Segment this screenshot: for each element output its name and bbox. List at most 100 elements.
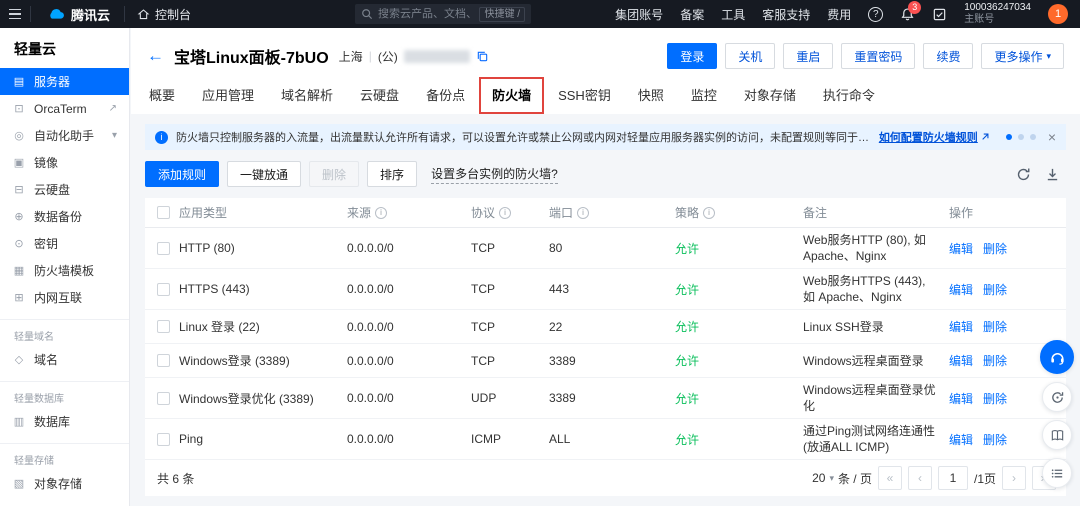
search-icon [362, 9, 373, 20]
delete-button[interactable]: 删除 [309, 161, 360, 187]
sidebar-section-domain: 轻量域名 [0, 319, 129, 346]
edit-link[interactable]: 编辑 [949, 431, 973, 448]
more-actions-button[interactable]: 更多操作 ▾ [981, 43, 1064, 69]
sort-button[interactable]: 排序 [367, 161, 418, 187]
tab-firewall[interactable]: 防火墙 [479, 76, 545, 114]
console-link[interactable]: 控制台 [125, 6, 203, 23]
help-icon[interactable]: ? [868, 6, 884, 22]
cell-port: 80 [549, 241, 563, 255]
row-checkbox[interactable] [157, 320, 170, 333]
sidebar-item-key[interactable]: ⊙ 密钥 [0, 230, 129, 257]
hamburger-menu-icon[interactable] [0, 0, 30, 28]
info-icon[interactable]: i [499, 206, 512, 219]
refresh-icon[interactable] [1016, 167, 1031, 182]
delete-link[interactable]: 删除 [983, 240, 1007, 257]
tab-backup-point[interactable]: 备份点 [426, 85, 465, 104]
guide-button[interactable] [1042, 458, 1072, 488]
tab-object-storage[interactable]: 对象存储 [744, 85, 796, 104]
menu-tools[interactable]: 工具 [721, 6, 745, 23]
cell-protocol: UDP [471, 391, 497, 405]
prev-page-button[interactable]: ‹ [907, 466, 932, 490]
sidebar-item-private-network[interactable]: ⊞ 内网互联 [0, 284, 129, 311]
tab-monitor[interactable]: 监控 [691, 85, 717, 104]
add-rule-button[interactable]: 添加规则 [145, 161, 220, 187]
cell-port: 3389 [549, 353, 576, 368]
support-chat-button[interactable] [1040, 340, 1074, 374]
feedback-button[interactable] [1042, 382, 1072, 412]
delete-link[interactable]: 删除 [983, 281, 1007, 298]
sidebar-item-object-storage[interactable]: ▧ 对象存储 [0, 470, 129, 497]
carousel-dot[interactable] [1029, 134, 1036, 140]
next-page-button[interactable]: › [1002, 466, 1026, 490]
notification-bell[interactable]: 3 [900, 0, 922, 22]
docs-button[interactable] [1042, 420, 1072, 450]
tab-domain-resolution[interactable]: 域名解析 [281, 85, 333, 104]
menu-billing[interactable]: 费用 [827, 6, 851, 23]
multi-instance-firewall-link[interactable]: 设置多台实例的防火墙? [431, 165, 558, 184]
global-search[interactable]: 快捷键 / [355, 4, 532, 24]
delete-link[interactable]: 删除 [983, 352, 1007, 369]
tab-ssh-key[interactable]: SSH密钥 [558, 85, 611, 104]
edit-link[interactable]: 编辑 [949, 318, 973, 335]
info-icon[interactable]: i [703, 206, 716, 219]
search-input[interactable] [378, 8, 475, 20]
row-checkbox[interactable] [157, 432, 170, 446]
delete-link[interactable]: 删除 [983, 390, 1007, 407]
delete-link[interactable]: 删除 [983, 318, 1007, 335]
download-icon[interactable] [1045, 167, 1060, 182]
backup-icon: ⊕ [14, 211, 24, 223]
topbar: 腾讯云 控制台 快捷键 / 集团账号 备案 工具 客服支持 费用 ? 3 [0, 0, 1080, 28]
edit-link[interactable]: 编辑 [949, 240, 973, 257]
sidebar-item-server[interactable]: ▤ 服务器 [0, 68, 129, 95]
cell-protocol: TCP [471, 319, 495, 334]
login-button[interactable]: 登录 [667, 43, 718, 69]
sidebar-item-orcaterm[interactable]: ⊡ OrcaTerm ↗ [0, 95, 129, 122]
row-checkbox[interactable] [157, 241, 170, 255]
copy-icon[interactable] [476, 50, 489, 63]
page-size-select[interactable]: 20 ▾ 条 / 页 [812, 470, 872, 487]
close-icon[interactable]: × [1048, 130, 1056, 144]
sidebar-item-image[interactable]: ▣ 镜像 [0, 149, 129, 176]
back-arrow-icon[interactable]: ← [147, 46, 164, 66]
brand-logo[interactable]: 腾讯云 [31, 5, 124, 24]
edit-link[interactable]: 编辑 [949, 352, 973, 369]
carousel-dot[interactable] [1017, 134, 1024, 140]
row-checkbox[interactable] [157, 391, 170, 405]
carousel-dot[interactable] [1005, 134, 1012, 140]
first-page-button[interactable]: « [877, 466, 902, 490]
edit-link[interactable]: 编辑 [949, 281, 973, 298]
tab-snapshot[interactable]: 快照 [638, 85, 664, 104]
renew-button[interactable]: 续费 [923, 43, 974, 69]
account-info[interactable]: 100036247034 主账号 [964, 2, 1031, 27]
sidebar-item-firewall-template[interactable]: ▦ 防火墙模板 [0, 257, 129, 284]
tab-cloud-disk[interactable]: 云硬盘 [360, 85, 399, 104]
sidebar-item-cloud-disk[interactable]: ⊟ 云硬盘 [0, 176, 129, 203]
firewall-rules-help-link[interactable]: 如何配置防火墙规则 [879, 129, 990, 145]
sidebar-item-database[interactable]: ▥ 数据库 [0, 408, 129, 435]
reset-password-button[interactable]: 重置密码 [841, 43, 916, 69]
cell-app-type: HTTP (80) [179, 241, 235, 255]
tab-run-command[interactable]: 执行命令 [823, 85, 875, 104]
menu-support[interactable]: 客服支持 [762, 6, 810, 23]
restart-button[interactable]: 重启 [783, 43, 834, 69]
open-all-button[interactable]: 一键放通 [227, 161, 302, 187]
edit-link[interactable]: 编辑 [949, 390, 973, 407]
sidebar-item-backup[interactable]: ⊕ 数据备份 [0, 203, 129, 230]
tab-app-management[interactable]: 应用管理 [202, 85, 254, 104]
sidebar-item-automation[interactable]: ◎ 自动化助手 ▾ [0, 122, 129, 149]
info-icon[interactable]: i [375, 206, 388, 219]
current-page[interactable]: 1 [937, 466, 968, 490]
menu-group-account[interactable]: 集团账号 [615, 6, 663, 23]
shutdown-button[interactable]: 关机 [725, 43, 776, 69]
delete-link[interactable]: 删除 [983, 431, 1007, 448]
domain-icon: ◇ [14, 354, 24, 366]
message-note-icon[interactable] [932, 7, 947, 22]
select-all-checkbox[interactable] [157, 206, 170, 219]
sidebar-item-domain[interactable]: ◇ 域名 [0, 346, 129, 373]
menu-icp[interactable]: 备案 [680, 6, 704, 23]
tab-overview[interactable]: 概要 [149, 85, 175, 104]
info-icon[interactable]: i [577, 206, 590, 219]
avatar[interactable]: 1 [1048, 4, 1068, 24]
row-checkbox[interactable] [157, 282, 170, 296]
row-checkbox[interactable] [157, 354, 170, 367]
